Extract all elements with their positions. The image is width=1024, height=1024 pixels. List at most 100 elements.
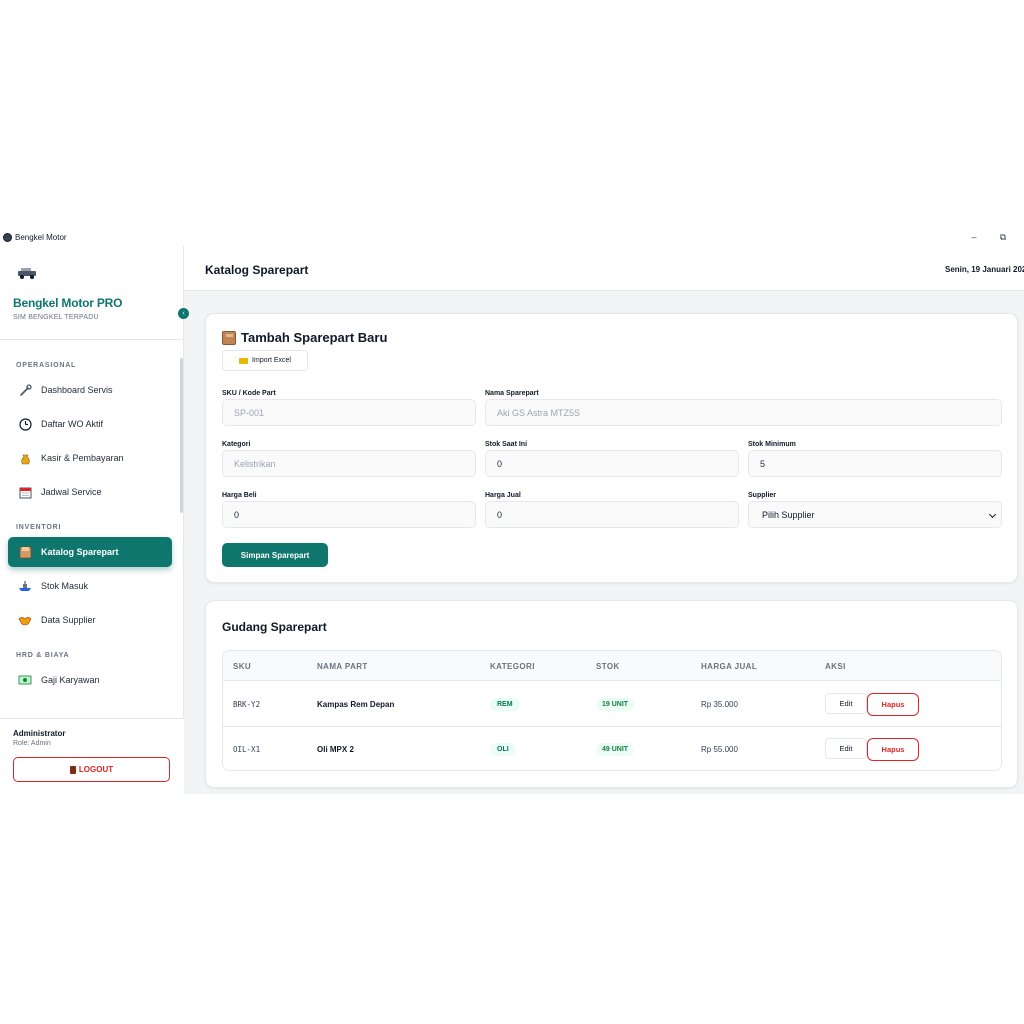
sidebar-item-label: Stok Masuk [41, 581, 89, 591]
sku-cell: OIL-X1 [233, 745, 261, 754]
current-date: Senin, 19 Januari 202 [945, 265, 1024, 274]
sku-input[interactable] [222, 399, 476, 426]
money-bag-icon [18, 451, 32, 465]
main-content: Katalog Sparepart Senin, 19 Januari 202 … [184, 246, 1024, 794]
stok-input[interactable] [485, 450, 739, 477]
stok-label: Stok Saat Ini [485, 441, 528, 448]
harga-beli-label: Harga Beli [222, 492, 257, 499]
restore-button[interactable]: ⧉ [995, 230, 1011, 244]
stock-badge: 49 UNIT [596, 743, 635, 756]
ship-icon [18, 579, 32, 593]
sidebar-item-jadwal-service[interactable]: Jadwal Service [8, 477, 172, 507]
brand-name: Bengkel Motor PRO [13, 296, 123, 310]
sidebar-item-gaji-karyawan[interactable]: Gaji Karyawan [8, 665, 172, 695]
form-title-text: Tambah Sparepart Baru [241, 330, 388, 345]
calendar-icon [18, 485, 32, 499]
door-icon [69, 765, 76, 774]
package-icon [18, 545, 32, 559]
table-title: Gudang Sparepart [222, 620, 327, 634]
harga-jual-input[interactable] [485, 501, 739, 528]
sidebar-item-label: Gaji Karyawan [41, 675, 100, 685]
category-badge: REM [490, 698, 520, 711]
name-cell: Kampas Rem Depan [317, 700, 395, 709]
sidebar-collapse-button[interactable]: ‹ [178, 308, 189, 319]
brand-subtitle: SIM BENGKEL TERPADU [13, 314, 99, 321]
chevron-down-icon [988, 510, 997, 519]
nama-sparepart-input[interactable] [485, 399, 1002, 426]
kategori-input[interactable] [222, 450, 476, 477]
column-header-harga-jual: HARGA JUAL [701, 662, 758, 671]
sidebar-item-daftar-wo-aktif[interactable]: Daftar WO Aktif [8, 409, 172, 439]
sidebar-item-stok-masuk[interactable]: Stok Masuk [8, 571, 172, 601]
top-bar: Katalog Sparepart Senin, 19 Januari 202 [184, 246, 1024, 291]
section-label-operasional: OPERASIONAL [16, 362, 77, 369]
table-header: SKU NAMA PART KATEGORI STOK HARGA JUAL A… [223, 651, 1001, 681]
page-title: Katalog Sparepart [205, 263, 309, 277]
form-title: Tambah Sparepart Baru [222, 330, 387, 345]
minimize-button[interactable]: – [966, 230, 982, 244]
price-cell: Rp 55.000 [701, 745, 738, 754]
car-logo-icon [18, 268, 36, 279]
sidebar-item-dashboard-servis[interactable]: Dashboard Servis [8, 375, 172, 405]
sidebar: Bengkel Motor PRO SIM BENGKEL TERPADU ‹ … [0, 246, 189, 794]
supplier-label: Supplier [748, 492, 777, 499]
column-header-sku: SKU [233, 662, 252, 671]
category-badge: OLI [490, 743, 516, 756]
kategori-label: Kategori [222, 441, 251, 448]
sidebar-item-label: Kasir & Pembayaran [41, 453, 124, 463]
user-panel: Administrator Role: Admin LOGOUT [0, 718, 184, 794]
sku-label: SKU / Kode Part [222, 390, 276, 397]
section-label-hrd: HRD & BIAYA [16, 652, 70, 659]
clock-icon [18, 417, 32, 431]
banknote-icon [18, 673, 32, 687]
sku-cell: BRK-Y2 [233, 700, 261, 709]
sparepart-table: SKU NAMA PART KATEGORI STOK HARGA JUAL A… [222, 650, 1002, 771]
package-icon [222, 330, 236, 345]
supplier-select[interactable]: Pilih Supplier [748, 501, 1002, 528]
sidebar-item-label: Jadwal Service [41, 487, 102, 497]
import-excel-button[interactable]: Import Excel [222, 350, 308, 371]
edit-button[interactable]: Edit [825, 738, 867, 759]
gudang-sparepart-card: Gudang Sparepart SKU NAMA PART KATEGORI … [205, 600, 1018, 788]
nama-sparepart-label: Nama Sparepart [485, 390, 539, 397]
name-cell: Oli MPX 2 [317, 745, 354, 754]
import-excel-label: Import Excel [252, 357, 291, 364]
user-role: Role: Admin [13, 740, 51, 747]
sidebar-scrollbar[interactable] [180, 358, 183, 513]
edit-button[interactable]: Edit [825, 693, 867, 714]
sidebar-item-label: Katalog Sparepart [41, 547, 119, 557]
wrench-icon [18, 383, 32, 397]
delete-button[interactable]: Hapus [867, 693, 919, 716]
save-sparepart-button[interactable]: Simpan Sparepart [222, 543, 328, 567]
sidebar-item-kasir[interactable]: Kasir & Pembayaran [8, 443, 172, 473]
title-bar: Bengkel Motor – ⧉ [0, 228, 1024, 246]
stok-minimum-label: Stok Minimum [748, 441, 796, 448]
sidebar-item-katalog-sparepart[interactable]: Katalog Sparepart [8, 537, 172, 567]
app-window: Bengkel Motor – ⧉ Bengkel Motor PRO SIM … [0, 228, 1024, 794]
column-header-kategori: KATEGORI [490, 662, 535, 671]
delete-button[interactable]: Hapus [867, 738, 919, 761]
column-header-nama-part: NAMA PART [317, 662, 368, 671]
folder-icon [239, 357, 249, 364]
add-sparepart-card: Tambah Sparepart Baru Import Excel SKU /… [205, 313, 1018, 583]
harga-jual-label: Harga Jual [485, 492, 521, 499]
sidebar-item-label: Daftar WO Aktif [41, 419, 104, 429]
user-name: Administrator [13, 729, 66, 738]
column-header-aksi: AKSI [825, 662, 846, 671]
logout-label: LOGOUT [78, 765, 114, 774]
sidebar-divider [0, 339, 184, 340]
app-icon [3, 233, 12, 242]
logout-button[interactable]: LOGOUT [13, 757, 170, 782]
table-row: BRK-Y2 Kampas Rem Depan REM 19 UNIT Rp 3… [223, 682, 1001, 727]
sidebar-item-label: Dashboard Servis [41, 385, 113, 395]
stok-minimum-input[interactable] [748, 450, 1002, 477]
table-row: OIL-X1 Oli MPX 2 OLI 49 UNIT Rp 55.000 E… [223, 727, 1001, 770]
handshake-icon [18, 613, 32, 627]
sidebar-item-data-supplier[interactable]: Data Supplier [8, 605, 172, 635]
sidebar-item-label: Data Supplier [41, 615, 96, 625]
stock-badge: 19 UNIT [596, 698, 635, 711]
section-label-inventori: INVENTORI [16, 524, 62, 531]
harga-beli-input[interactable] [222, 501, 476, 528]
window-title: Bengkel Motor [15, 233, 67, 242]
column-header-stok: STOK [596, 662, 620, 671]
